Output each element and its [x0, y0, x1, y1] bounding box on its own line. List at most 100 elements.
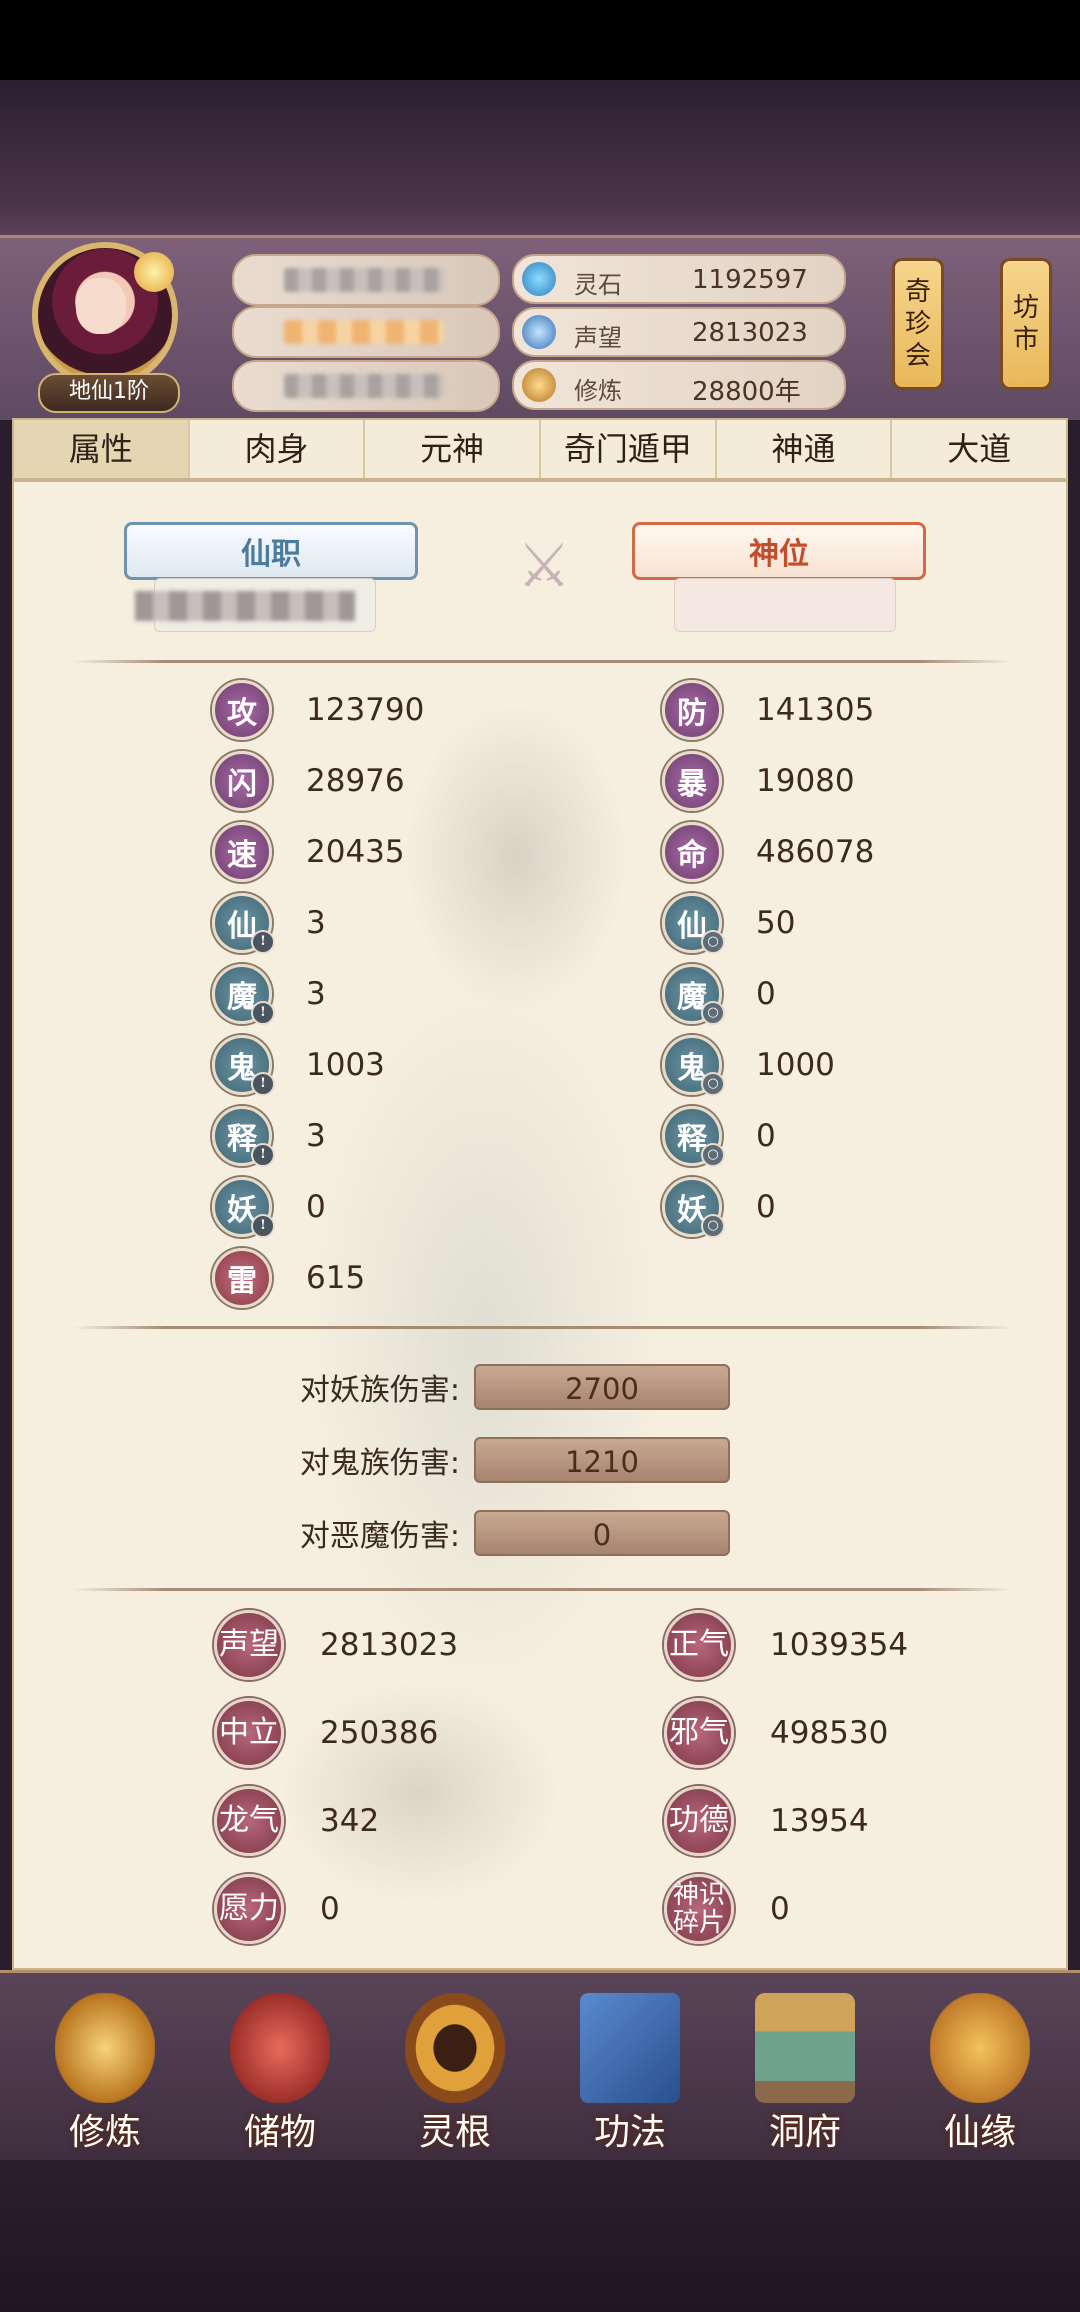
merit-badge: 功德: [664, 1786, 734, 1856]
dodge-icon: 闪: [212, 751, 272, 811]
tab-body[interactable]: 肉身: [190, 420, 366, 478]
shield-mark-icon: ○: [701, 930, 725, 954]
player-avatar[interactable]: 地仙1阶: [26, 238, 188, 414]
stat-demon-attack: 魔! 3: [212, 964, 326, 1025]
fame-merit: 功德 13954: [664, 1786, 869, 1856]
dragon-qi-badge: 龙气: [214, 1786, 284, 1856]
nav-cave[interactable]: 洞府: [730, 1985, 880, 2155]
sword-mark-icon: !: [251, 1001, 275, 1025]
shield-mark-icon: ○: [701, 1143, 725, 1167]
reputation-badge: 声望: [214, 1610, 284, 1680]
top-decor-band: [0, 80, 1080, 235]
stat-attack: 攻 123790: [212, 680, 424, 740]
cave-dwelling-icon: [755, 1993, 855, 2103]
resource-cultivation: 修炼 28800年: [512, 360, 846, 410]
divine-sense-badge: 神识碎片: [664, 1874, 734, 1944]
fame-righteous: 正气 1039354: [664, 1610, 908, 1680]
technique-book-icon: [580, 1993, 680, 2103]
stat-buddha-attack: 释! 3: [212, 1106, 326, 1167]
tab-dao[interactable]: 大道: [892, 420, 1066, 478]
shield-mark-icon: ○: [701, 1001, 725, 1025]
divider: [72, 660, 1012, 663]
treasure-fair-button[interactable]: 奇 珍 会: [892, 258, 944, 390]
stat-buddha-defense: 释 ○ 0: [662, 1106, 776, 1167]
stat-life: 命 486078: [662, 822, 874, 882]
stat-ghost-defense: 鬼 ○ 1000: [662, 1035, 835, 1096]
immortal-attack-icon: 仙!: [212, 893, 275, 954]
stat-monster-attack: 妖! 0: [212, 1177, 326, 1238]
damage-vs-ghost: 对鬼族伤害: 1210: [174, 1435, 730, 1485]
righteous-badge: 正气: [664, 1610, 734, 1680]
divider: [72, 1326, 1012, 1329]
tab-abilities[interactable]: 神通: [717, 420, 893, 478]
damage-vs-monster: 对妖族伤害: 2700: [174, 1362, 730, 1412]
buddha-defense-icon: 释 ○: [662, 1106, 725, 1167]
defense-icon: 防: [662, 680, 722, 740]
stat-speed: 速 20435: [212, 822, 405, 882]
stat-thunder: 雷 615: [212, 1248, 365, 1308]
nav-cultivate[interactable]: 修炼: [30, 1985, 180, 2155]
tab-spirit[interactable]: 元神: [365, 420, 542, 478]
attack-icon: 攻: [212, 680, 272, 740]
sword-mark-icon: !: [251, 1214, 275, 1238]
bottom-decor-band: [0, 2160, 1080, 2312]
divine-rank-value: [674, 578, 896, 632]
buddha-attack-icon: 释!: [212, 1106, 275, 1167]
stat-immortal-attack: 仙! 3: [212, 893, 326, 954]
immortal-post-banner[interactable]: 仙职: [124, 522, 418, 580]
fame-dragon-qi: 龙气 342: [214, 1786, 379, 1856]
stat-immortal-defense: 仙 ○ 50: [662, 893, 795, 954]
stat-demon-defense: 魔 ○ 0: [662, 964, 776, 1025]
divine-rank-banner[interactable]: 神位: [632, 522, 926, 580]
ghost-defense-icon: 鬼 ○: [662, 1035, 725, 1096]
meditation-icon: [522, 368, 556, 402]
ghost-attack-icon: 鬼!: [212, 1035, 275, 1096]
life-icon: 命: [662, 822, 722, 882]
stat-ghost-attack: 鬼! 1003: [212, 1035, 385, 1096]
neutral-badge: 中立: [214, 1698, 284, 1768]
nav-techniques[interactable]: 功法: [555, 1985, 705, 2155]
monster-attack-icon: 妖!: [212, 1177, 275, 1238]
player-title-slot: [232, 306, 500, 358]
evil-badge: 邪气: [664, 1698, 734, 1768]
status-bar: [0, 0, 1080, 80]
tab-attributes[interactable]: 属性: [14, 420, 190, 478]
fame-evil: 邪气 498530: [664, 1698, 888, 1768]
player-name-slot: [232, 254, 500, 306]
stat-monster-defense: 妖 ○ 0: [662, 1177, 776, 1238]
flower-ornament-icon: [134, 252, 174, 292]
monster-defense-icon: 妖 ○: [662, 1177, 725, 1238]
resource-reputation: 声望 2813023: [512, 307, 846, 357]
willpower-badge: 愿力: [214, 1874, 284, 1944]
gourd-destiny-icon: [930, 1993, 1030, 2103]
shield-mark-icon: ○: [701, 1214, 725, 1238]
rank-label: 地仙1阶: [38, 373, 180, 413]
divider: [72, 1588, 1012, 1591]
tab-qimen[interactable]: 奇门遁甲: [541, 420, 717, 478]
sword-mark-icon: !: [251, 1143, 275, 1167]
spirit-stone-icon: [522, 262, 556, 296]
sword-mark-icon: !: [251, 1072, 275, 1096]
sword-mark-icon: !: [251, 930, 275, 954]
cultivate-icon: [55, 1993, 155, 2103]
critical-icon: 暴: [662, 751, 722, 811]
demon-defense-icon: 魔 ○: [662, 964, 725, 1025]
reputation-crystal-icon: [522, 315, 556, 349]
shield-mark-icon: ○: [701, 1072, 725, 1096]
crossed-swords-icon: ⚔: [517, 531, 571, 601]
stat-critical: 暴 19080: [662, 751, 855, 811]
fame-willpower: 愿力 0: [214, 1874, 340, 1944]
storage-bag-icon: [230, 1993, 330, 2103]
nav-storage[interactable]: 储物: [205, 1985, 355, 2155]
stat-dodge: 闪 28976: [212, 751, 405, 811]
fame-reputation: 声望 2813023: [214, 1610, 458, 1680]
market-button[interactable]: 坊 市: [1000, 258, 1052, 390]
nav-destiny[interactable]: 仙缘: [905, 1985, 1055, 2155]
thunder-icon: 雷: [212, 1248, 272, 1308]
player-guild-slot: [232, 360, 500, 412]
spirit-root-icon: [405, 1993, 505, 2103]
nav-spirit-root[interactable]: 灵根: [380, 1985, 530, 2155]
immortal-post-value: [135, 578, 376, 632]
bottom-navigation: 修炼 储物 灵根 功法 洞府 仙缘: [0, 1970, 1080, 2163]
stat-defense: 防 141305: [662, 680, 874, 740]
